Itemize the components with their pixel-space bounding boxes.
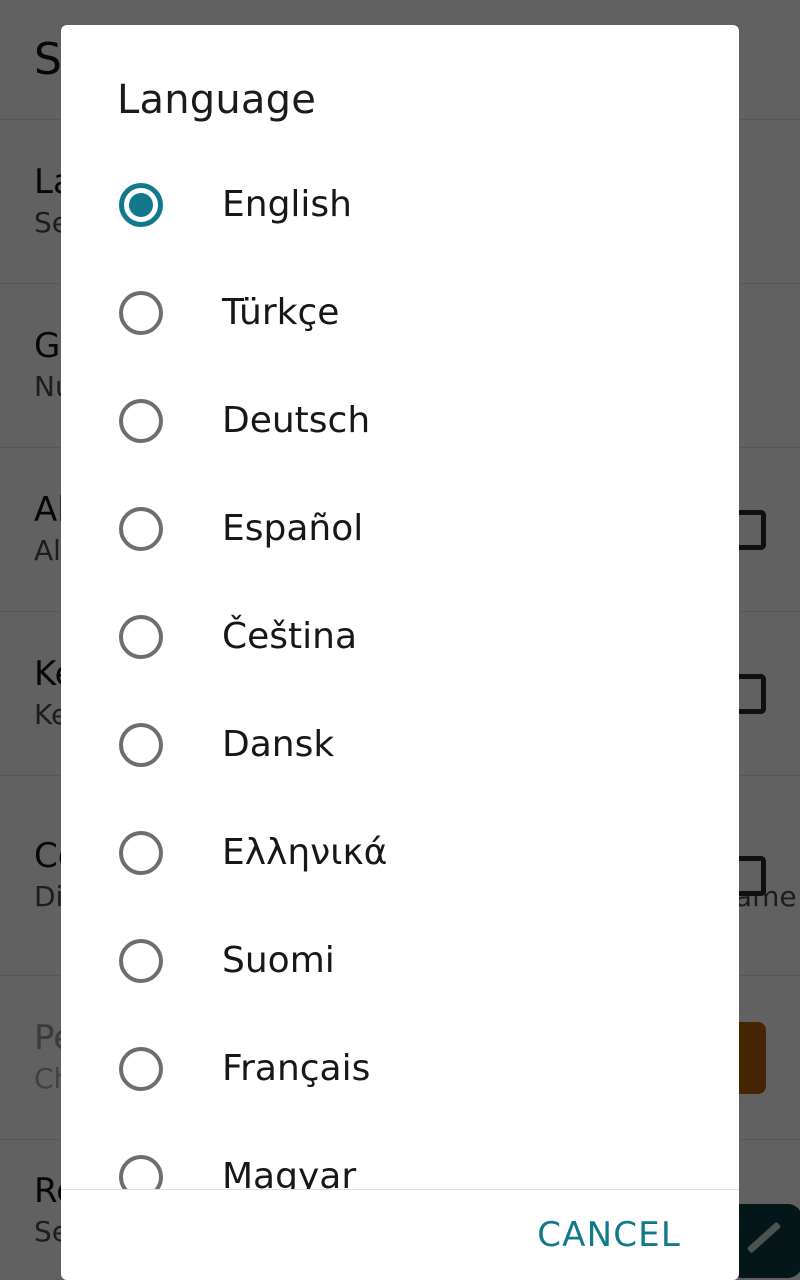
language-option[interactable]: Suomi (61, 907, 739, 1015)
dialog-action-bar: CANCEL (61, 1189, 739, 1280)
language-radio-list[interactable]: English Türkçe Deutsch Español Čeština Dansk Ε… (61, 151, 739, 1189)
radio-button-icon[interactable] (119, 399, 163, 443)
language-option[interactable]: Dansk (61, 691, 739, 799)
language-option[interactable]: Ελληνικά (61, 799, 739, 907)
language-dialog: Language English Türkçe Deutsch Español Češt… (61, 25, 739, 1280)
radio-button-icon[interactable] (119, 507, 163, 551)
radio-button-icon[interactable] (119, 291, 163, 335)
language-option-label: Ελληνικά (222, 832, 388, 873)
language-option-label: Deutsch (222, 400, 371, 441)
screen-root: Settings LanguageSelect application lang… (0, 0, 800, 1280)
radio-button-icon[interactable] (119, 615, 163, 659)
language-option-label: Español (222, 508, 364, 549)
language-option-label: Dansk (222, 724, 335, 765)
cancel-button[interactable]: CANCEL (531, 1207, 687, 1263)
language-option[interactable]: Magyar (61, 1123, 739, 1189)
language-option[interactable]: Français (61, 1015, 739, 1123)
radio-button-icon[interactable] (119, 183, 163, 227)
radio-selected-dot-icon (129, 193, 153, 217)
language-option[interactable]: English (61, 151, 739, 259)
language-option-label: Čeština (222, 616, 358, 657)
radio-button-icon[interactable] (119, 1155, 163, 1189)
radio-button-icon[interactable] (119, 939, 163, 983)
language-option[interactable]: Čeština (61, 583, 739, 691)
radio-button-icon[interactable] (119, 1047, 163, 1091)
language-option-label: Magyar (222, 1156, 357, 1190)
language-option-label: Français (222, 1048, 371, 1089)
language-option[interactable]: Español (61, 475, 739, 583)
language-option[interactable]: Deutsch (61, 367, 739, 475)
radio-button-icon[interactable] (119, 831, 163, 875)
language-option-label: English (222, 184, 352, 225)
radio-button-icon[interactable] (119, 723, 163, 767)
language-option-label: Türkçe (222, 292, 340, 333)
language-option[interactable]: Türkçe (61, 259, 739, 367)
dialog-title: Language (117, 77, 317, 123)
language-option-label: Suomi (222, 940, 335, 981)
